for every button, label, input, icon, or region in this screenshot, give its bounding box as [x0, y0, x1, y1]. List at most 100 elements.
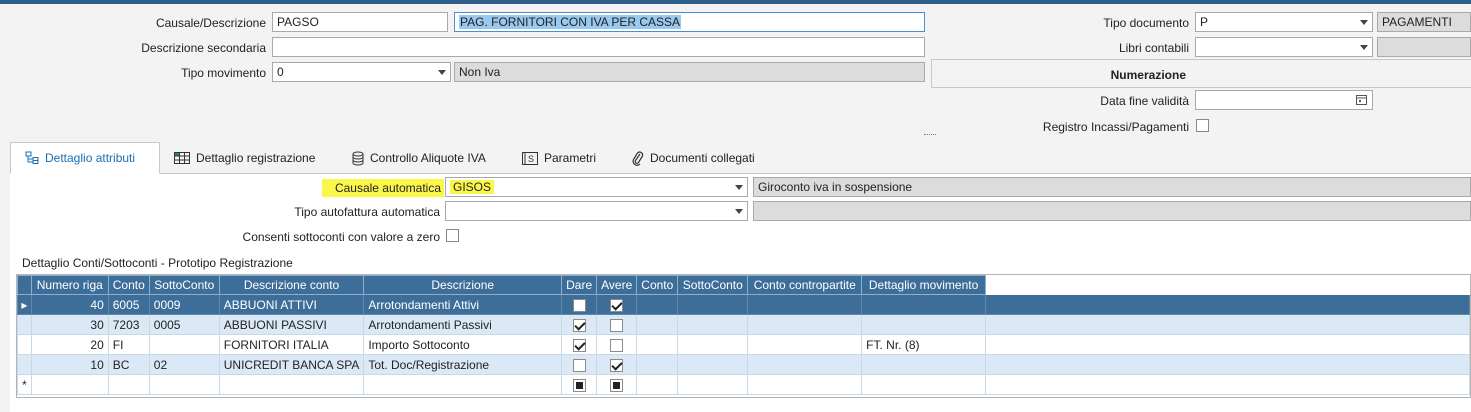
dare-checkbox[interactable]: [572, 378, 586, 392]
causale-automatica-combo[interactable]: GISOS: [445, 177, 748, 197]
cell-avere[interactable]: [596, 314, 638, 335]
cell-dettaglio-movimento[interactable]: FT. Nr. (8): [861, 334, 986, 355]
cell-dettaglio-movimento[interactable]: [861, 354, 986, 375]
cell-sottoconto-2[interactable]: [677, 294, 749, 315]
cell-conto[interactable]: FI: [107, 334, 150, 355]
table-row[interactable]: 30 7203 0005 ABBUONI PASSIVI Arrotondame…: [17, 314, 1471, 335]
dare-checkbox[interactable]: [572, 298, 586, 312]
cell-sottoconto[interactable]: 02: [148, 354, 220, 375]
cell-conto[interactable]: 6005: [107, 294, 150, 315]
table-row[interactable]: ▸ 40 6005 0009 ABBUONI ATTIVI Arrotondam…: [17, 294, 1471, 315]
cell-conto[interactable]: BC: [107, 354, 150, 375]
column-header[interactable]: SottoConto: [677, 275, 749, 295]
column-header[interactable]: Avere: [596, 275, 638, 295]
cell-avere[interactable]: [596, 374, 638, 395]
tab-dettaglio-registrazione[interactable]: Dettaglio registrazione: [160, 142, 329, 174]
dare-checkbox[interactable]: [572, 358, 586, 372]
cell-descrizione-conto[interactable]: [218, 374, 365, 395]
cell-conto-contropartite[interactable]: [747, 294, 863, 315]
tipo-documento-combo[interactable]: P: [1195, 12, 1373, 32]
cell-numero-riga[interactable]: 30: [30, 314, 109, 335]
cell-numero-riga[interactable]: [30, 374, 109, 395]
cell-conto-2[interactable]: [636, 294, 679, 315]
cell-sottoconto-2[interactable]: [677, 354, 749, 375]
paperclip-icon: [632, 151, 644, 166]
cell-descrizione-conto[interactable]: UNICREDIT BANCA SPA: [218, 354, 365, 375]
cell-dettaglio-movimento[interactable]: [861, 314, 986, 335]
table-row[interactable]: 10 BC 02 UNICREDIT BANCA SPA Tot. Doc/Re…: [17, 354, 1471, 375]
cell-dare[interactable]: [561, 354, 598, 375]
cell-descrizione[interactable]: [363, 374, 563, 395]
tab-documenti-collegati[interactable]: Documenti collegati: [618, 142, 769, 174]
cell-dare[interactable]: [561, 374, 598, 395]
cell-numero-riga[interactable]: 10: [30, 354, 109, 375]
cell-avere[interactable]: [596, 334, 638, 355]
cell-sottoconto[interactable]: 0005: [148, 314, 220, 335]
cell-conto-2[interactable]: [636, 354, 679, 375]
column-header[interactable]: Numero riga: [30, 275, 109, 295]
cell-descrizione-conto[interactable]: ABBUONI PASSIVI: [218, 314, 365, 335]
cell-sottoconto[interactable]: [148, 374, 220, 395]
cell-numero-riga[interactable]: 20: [30, 334, 109, 355]
cell-descrizione[interactable]: Arrotondamenti Attivi: [363, 294, 563, 315]
cell-conto[interactable]: 7203: [107, 314, 150, 335]
table-row[interactable]: 20 FI FORNITORI ITALIA Importo Sottocont…: [17, 334, 1471, 355]
cell-sottoconto-2[interactable]: [677, 314, 749, 335]
cell-conto-contropartite[interactable]: [747, 334, 863, 355]
cell-conto-2[interactable]: [636, 314, 679, 335]
dare-checkbox[interactable]: [572, 338, 586, 352]
column-header[interactable]: Conto contropartite: [747, 275, 863, 295]
new-row[interactable]: *: [17, 374, 1471, 395]
column-header[interactable]: Descrizione: [363, 275, 563, 295]
splitter-handle[interactable]: [924, 134, 936, 136]
cell-sottoconto[interactable]: 0009: [148, 294, 220, 315]
avere-checkbox[interactable]: [610, 298, 624, 312]
column-header[interactable]: Dare: [561, 275, 598, 295]
dare-checkbox[interactable]: [572, 318, 586, 332]
avere-checkbox[interactable]: [610, 318, 624, 332]
causale-code-field[interactable]: PAGSO: [272, 12, 448, 32]
tab-controllo-aliquote-iva[interactable]: Controllo Aliquote IVA: [338, 142, 500, 174]
tab-dettaglio-attributi[interactable]: Dettaglio attributi: [10, 142, 160, 174]
cell-dare[interactable]: [561, 314, 598, 335]
cell-conto-2[interactable]: [636, 374, 679, 395]
registro-incassi-checkbox[interactable]: [1196, 119, 1209, 132]
data-fine-validita-field[interactable]: [1195, 90, 1373, 110]
avere-checkbox[interactable]: [610, 338, 624, 352]
column-header[interactable]: Conto: [636, 275, 679, 295]
cell-dare[interactable]: [561, 334, 598, 355]
cell-sottoconto-2[interactable]: [677, 334, 749, 355]
cell-conto-2[interactable]: [636, 334, 679, 355]
cell-conto[interactable]: [107, 374, 150, 395]
cell-descrizione-conto[interactable]: FORNITORI ITALIA: [218, 334, 365, 355]
cell-numero-riga[interactable]: 40: [30, 294, 109, 315]
descrizione-secondaria-field[interactable]: [272, 37, 925, 57]
cell-avere[interactable]: [596, 294, 638, 315]
causale-description-field[interactable]: PAG. FORNITORI CON IVA PER CASSA: [454, 12, 925, 32]
tipo-autofattura-combo[interactable]: [445, 201, 748, 221]
column-header[interactable]: SottoConto: [148, 275, 220, 295]
cell-descrizione[interactable]: Arrotondamenti Passivi: [363, 314, 563, 335]
consenti-sottoconti-checkbox[interactable]: [446, 229, 459, 242]
cell-sottoconto-2[interactable]: [677, 374, 749, 395]
avere-checkbox[interactable]: [610, 378, 624, 392]
cell-dettaglio-movimento[interactable]: [861, 294, 986, 315]
column-header[interactable]: Conto: [107, 275, 150, 295]
cell-sottoconto[interactable]: [148, 334, 220, 355]
column-header[interactable]: Dettaglio movimento: [861, 275, 986, 295]
calendar-icon[interactable]: [1356, 94, 1367, 105]
cell-conto-contropartite[interactable]: [747, 374, 863, 395]
cell-descrizione[interactable]: Importo Sottoconto: [363, 334, 563, 355]
cell-descrizione[interactable]: Tot. Doc/Registrazione: [363, 354, 563, 375]
column-header[interactable]: Descrizione conto: [218, 275, 365, 295]
tipo-movimento-combo[interactable]: 0: [272, 62, 451, 82]
cell-descrizione-conto[interactable]: ABBUONI ATTIVI: [218, 294, 365, 315]
cell-dettaglio-movimento[interactable]: [861, 374, 986, 395]
avere-checkbox[interactable]: [610, 358, 624, 372]
cell-conto-contropartite[interactable]: [747, 314, 863, 335]
cell-conto-contropartite[interactable]: [747, 354, 863, 375]
tab-parametri[interactable]: S Parametri: [508, 142, 610, 174]
cell-dare[interactable]: [561, 294, 598, 315]
cell-avere[interactable]: [596, 354, 638, 375]
libri-contabili-combo[interactable]: [1195, 37, 1373, 57]
